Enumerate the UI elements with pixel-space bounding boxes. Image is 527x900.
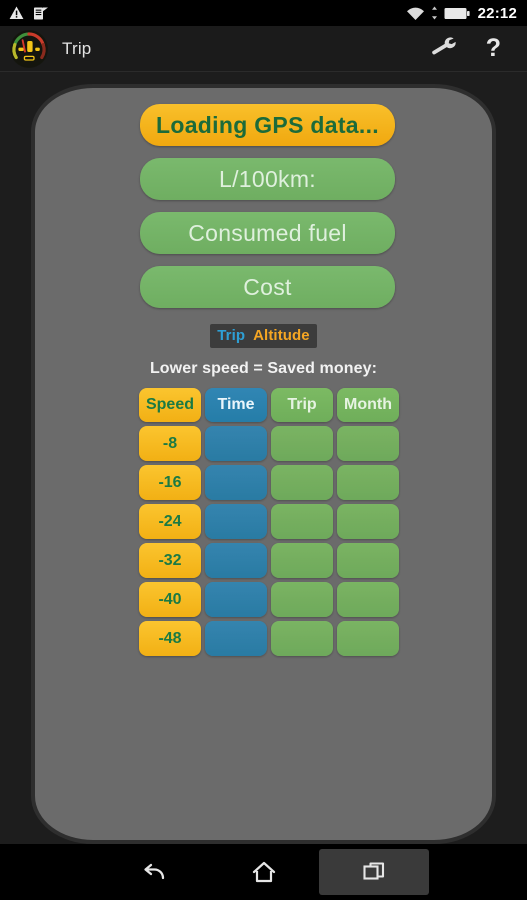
status-bar-left-icons	[0, 6, 49, 21]
cell-speed[interactable]: -48	[139, 621, 201, 656]
cell-trip[interactable]	[271, 426, 333, 461]
status-bar-right-icons: 22:12	[406, 5, 527, 22]
header-time[interactable]: Time	[205, 388, 267, 422]
cell-month[interactable]	[337, 543, 399, 578]
battery-icon	[444, 7, 470, 19]
gps-status-button[interactable]: Loading GPS data...	[140, 104, 395, 146]
cell-speed[interactable]: -24	[139, 504, 201, 539]
cell-speed[interactable]: -40	[139, 582, 201, 617]
header-speed[interactable]: Speed	[139, 388, 201, 422]
recents-icon[interactable]	[318, 849, 429, 895]
main-content-panel: Loading GPS data... L/100km: Consumed fu…	[31, 84, 496, 844]
mode-toggle: Trip Altitude	[210, 324, 317, 348]
table-row: -48	[139, 621, 399, 656]
cost-button[interactable]: Cost	[140, 266, 395, 308]
cell-trip[interactable]	[271, 465, 333, 500]
back-icon[interactable]	[99, 849, 209, 895]
header-trip[interactable]: Trip	[271, 388, 333, 422]
cell-month[interactable]	[337, 582, 399, 617]
consumption-button[interactable]: L/100km:	[140, 158, 395, 200]
cell-time[interactable]	[205, 465, 267, 500]
cell-time[interactable]	[205, 621, 267, 656]
cell-month[interactable]	[337, 426, 399, 461]
table-row: -8	[139, 426, 399, 461]
action-bar: Trip ?	[0, 26, 527, 72]
savings-caption: Lower speed = Saved money:	[149, 360, 378, 377]
cell-time[interactable]	[205, 543, 267, 578]
savings-table: Speed Time Trip Month -8 -16 -24 -32 -40…	[139, 388, 399, 656]
warning-triangle-icon	[9, 6, 24, 19]
android-navigation-bar	[0, 844, 527, 900]
data-transfer-icon	[431, 6, 437, 20]
cell-time[interactable]	[205, 426, 267, 461]
toggle-option-trip[interactable]: Trip	[217, 327, 245, 344]
cell-time[interactable]	[205, 582, 267, 617]
cell-month[interactable]	[337, 504, 399, 539]
cell-trip[interactable]	[271, 582, 333, 617]
status-clock: 22:12	[477, 4, 517, 22]
status-bar: 22:12	[0, 0, 527, 26]
clipboard-icon	[34, 7, 48, 19]
cell-speed[interactable]: -16	[139, 465, 201, 500]
cell-trip[interactable]	[271, 504, 333, 539]
speedometer-gauge-icon[interactable]	[10, 29, 48, 68]
table-row: -32	[139, 543, 399, 578]
header-month[interactable]: Month	[337, 388, 399, 422]
table-row: -16	[139, 465, 399, 500]
cell-trip[interactable]	[271, 543, 333, 578]
table-row: -24	[139, 504, 399, 539]
wifi-icon	[406, 7, 424, 20]
table-header-row: Speed Time Trip Month	[139, 388, 399, 422]
cell-speed[interactable]: -32	[139, 543, 201, 578]
cell-speed[interactable]: -8	[139, 426, 201, 461]
help-button[interactable]: ?	[486, 36, 501, 61]
page-title: Trip	[62, 38, 92, 58]
action-bar-actions: ?	[430, 33, 527, 64]
wrench-icon[interactable]	[430, 33, 456, 64]
cell-month[interactable]	[337, 621, 399, 656]
toggle-option-altitude[interactable]: Altitude	[253, 327, 310, 344]
cell-time[interactable]	[205, 504, 267, 539]
mode-toggle-row: Trip Altitude	[35, 324, 492, 348]
cell-trip[interactable]	[271, 621, 333, 656]
consumed-fuel-button[interactable]: Consumed fuel	[140, 212, 395, 254]
table-row: -40	[139, 582, 399, 617]
home-icon[interactable]	[209, 849, 319, 895]
info-button-stack: Loading GPS data... L/100km: Consumed fu…	[140, 104, 395, 308]
device-screen: 22:12 Trip ? Loading GPS data... L/100km…	[0, 0, 527, 900]
cell-month[interactable]	[337, 465, 399, 500]
